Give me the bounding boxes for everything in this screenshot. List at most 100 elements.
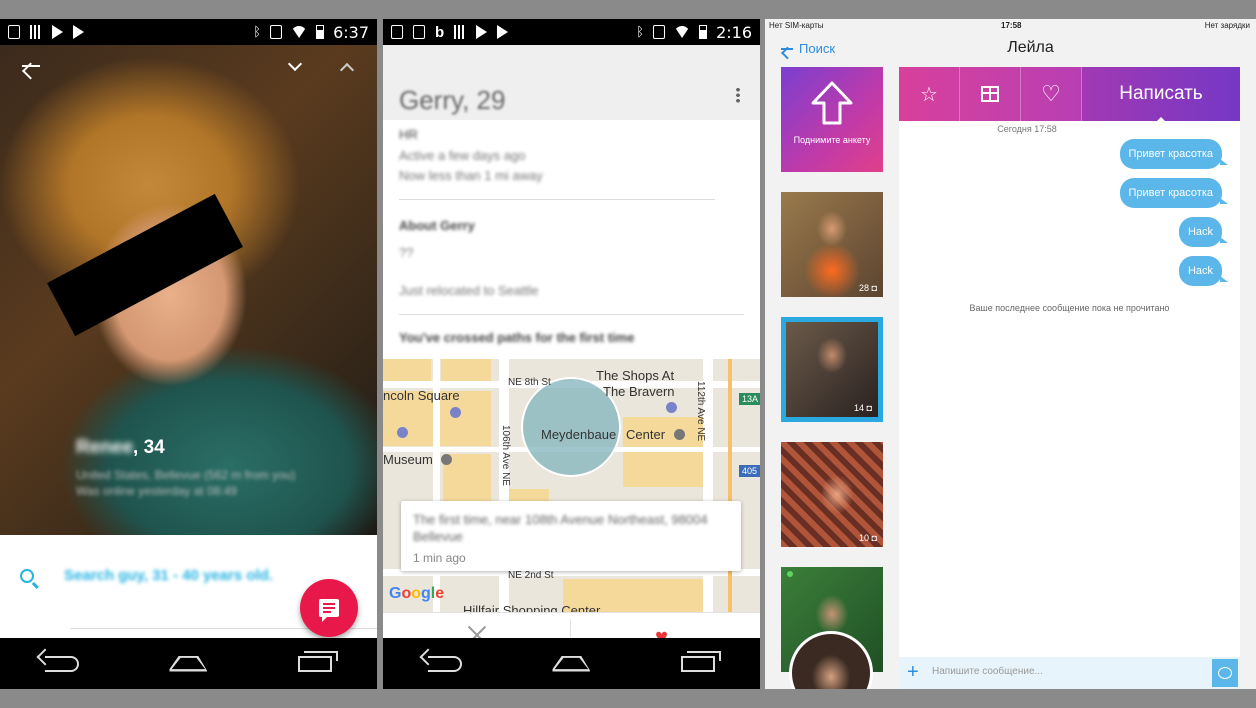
photo-thumbnail[interactable]: 14 ◘	[781, 317, 883, 422]
status-time: 17:58	[1001, 21, 1022, 30]
nav-recent-icon[interactable]	[680, 650, 721, 672]
crossed-location-time: 1 min ago	[413, 551, 466, 565]
censor-bar	[47, 193, 243, 337]
crossed-location-text: The first time, near 108th Avenue Northe…	[413, 512, 708, 544]
download-icon	[391, 25, 403, 39]
map-pin-icon	[441, 454, 452, 465]
photo-count: 14 ◘	[854, 403, 872, 413]
chat-area: ☆ ♡ Написать Сегодня 17:58 Привет красот…	[899, 67, 1240, 689]
play-store-icon	[73, 25, 84, 39]
page-title: Лейла	[1007, 39, 1054, 56]
profile-sidebar: Поднимите анкету 28 ◘ 14 ◘ 10 ◘	[781, 67, 883, 672]
charging-text: Нет зарядки	[1204, 21, 1250, 30]
nav-home-icon[interactable]	[552, 656, 590, 672]
about-q: ??	[399, 245, 414, 260]
compose-bar: + Напишите сообщение...	[899, 657, 1240, 689]
app-screen-profile: ᛒ 6:37 Renee, 34 United States, Bellevue…	[0, 19, 377, 689]
online-indicator	[787, 571, 793, 577]
message-bubble: Привет красотка	[1119, 139, 1228, 169]
attach-plus-icon[interactable]: +	[907, 662, 919, 682]
nav-home-icon[interactable]	[169, 656, 207, 672]
bing-icon: b	[435, 23, 445, 41]
message-bubble: Hack	[1178, 256, 1229, 286]
photo-thumbnail[interactable]: 10 ◘	[781, 442, 883, 547]
chevron-down-icon[interactable]	[287, 56, 303, 72]
about-text: Just relocated to Seattle	[399, 283, 539, 298]
map-label: Center	[626, 427, 666, 442]
android-nav-bar	[0, 638, 377, 689]
status-time: 6:37	[333, 22, 369, 42]
chat-icon	[319, 599, 339, 622]
favorite-button[interactable]: ☆	[899, 67, 960, 121]
gift-button[interactable]	[960, 67, 1021, 121]
profile-photo[interactable]	[0, 45, 377, 535]
nav-recent-icon[interactable]	[297, 650, 338, 672]
about-heading: About Gerry	[399, 218, 475, 233]
barcode-icon	[454, 25, 467, 39]
page-title: Gerry, 29	[399, 85, 506, 115]
map-label: 112th Ave NE	[695, 381, 706, 442]
vibrate-icon	[653, 25, 666, 39]
nav-back-icon[interactable]	[428, 655, 463, 672]
divider	[399, 199, 715, 200]
chat-action-bar: ☆ ♡ Написать	[899, 67, 1240, 122]
map-pin-icon	[397, 427, 408, 438]
gift-icon	[981, 86, 999, 102]
map-label: The Bravern	[603, 384, 675, 399]
more-options-icon[interactable]	[736, 87, 740, 103]
star-icon: ☆	[920, 83, 938, 106]
map-label: NE 2nd St	[508, 570, 554, 581]
wifi-icon	[291, 26, 308, 38]
message-input[interactable]: Напишите сообщение...	[932, 666, 1043, 677]
crossed-paths-heading: You've crossed paths for the first time	[399, 330, 635, 345]
status-bar: b ᛒ 2:16	[383, 19, 760, 45]
vibrate-icon	[270, 25, 283, 39]
back-arrow-icon[interactable]	[22, 65, 40, 67]
message-date: Сегодня 17:58	[997, 124, 1057, 134]
map-view[interactable]: NE 8th St The Shops At The Bravern ncoln…	[383, 359, 760, 612]
profile-name: Renee, 34	[76, 437, 165, 458]
app-screen-crossed-paths: b ᛒ 2:16 Gerry, 29 HR Active a few days …	[383, 19, 760, 689]
nav-back-icon[interactable]	[45, 655, 80, 672]
android-nav-bar	[383, 638, 760, 689]
map-label: ncoln Square	[383, 388, 460, 403]
up-arrow-icon	[811, 81, 853, 125]
carrier-text: Нет SIM-карты	[769, 21, 824, 30]
battery-icon	[316, 25, 325, 39]
write-button[interactable]: Написать	[1082, 67, 1240, 122]
wifi-icon	[674, 26, 691, 38]
map-label: 106th Ave NE	[500, 425, 511, 486]
map-label: Meydenbaue	[541, 427, 617, 442]
divider	[399, 314, 744, 315]
boost-label: Поднимите анкету	[793, 135, 871, 145]
send-icon	[1218, 667, 1232, 679]
google-logo: Google	[389, 585, 445, 602]
boost-profile-button[interactable]: Поднимите анкету	[781, 67, 883, 172]
unread-notice: Ваше последнее сообщение пока не прочита…	[969, 303, 1170, 313]
send-button[interactable]	[1212, 659, 1238, 687]
highway-shield-badge: 405	[739, 465, 760, 477]
status-bar: ᛒ 6:37	[0, 19, 377, 45]
bluetooth-icon: ᛒ	[636, 24, 645, 40]
like-button[interactable]: ♡	[1021, 67, 1082, 121]
play-store-icon	[52, 25, 63, 39]
nav-header: Поиск Лейла	[765, 33, 1256, 67]
status-time: 2:16	[716, 22, 752, 42]
bluetooth-icon: ᛒ	[253, 24, 262, 40]
active-status: Active a few days ago	[399, 148, 526, 163]
photo-count: 10 ◘	[859, 533, 877, 543]
chat-fab-button[interactable]	[300, 579, 358, 637]
map-pin-icon	[666, 402, 677, 413]
map-label: NE 8th St	[508, 377, 551, 388]
profile-meta: United States, Bellevue (562 m from you)…	[76, 468, 296, 498]
image-icon	[413, 25, 425, 39]
map-pin-icon	[450, 407, 461, 418]
barcode-icon	[30, 25, 42, 39]
message-bubble: Hack	[1178, 217, 1229, 247]
search-preference[interactable]: Search guy, 31 - 40 years old.	[20, 567, 273, 584]
photo-thumbnail[interactable]: 28 ◘	[781, 192, 883, 297]
search-icon	[20, 568, 34, 583]
play-store-icon	[497, 25, 509, 39]
chevron-up-icon[interactable]	[339, 62, 355, 78]
crossed-location-card[interactable]: The first time, near 108th Avenue Northe…	[401, 501, 741, 571]
